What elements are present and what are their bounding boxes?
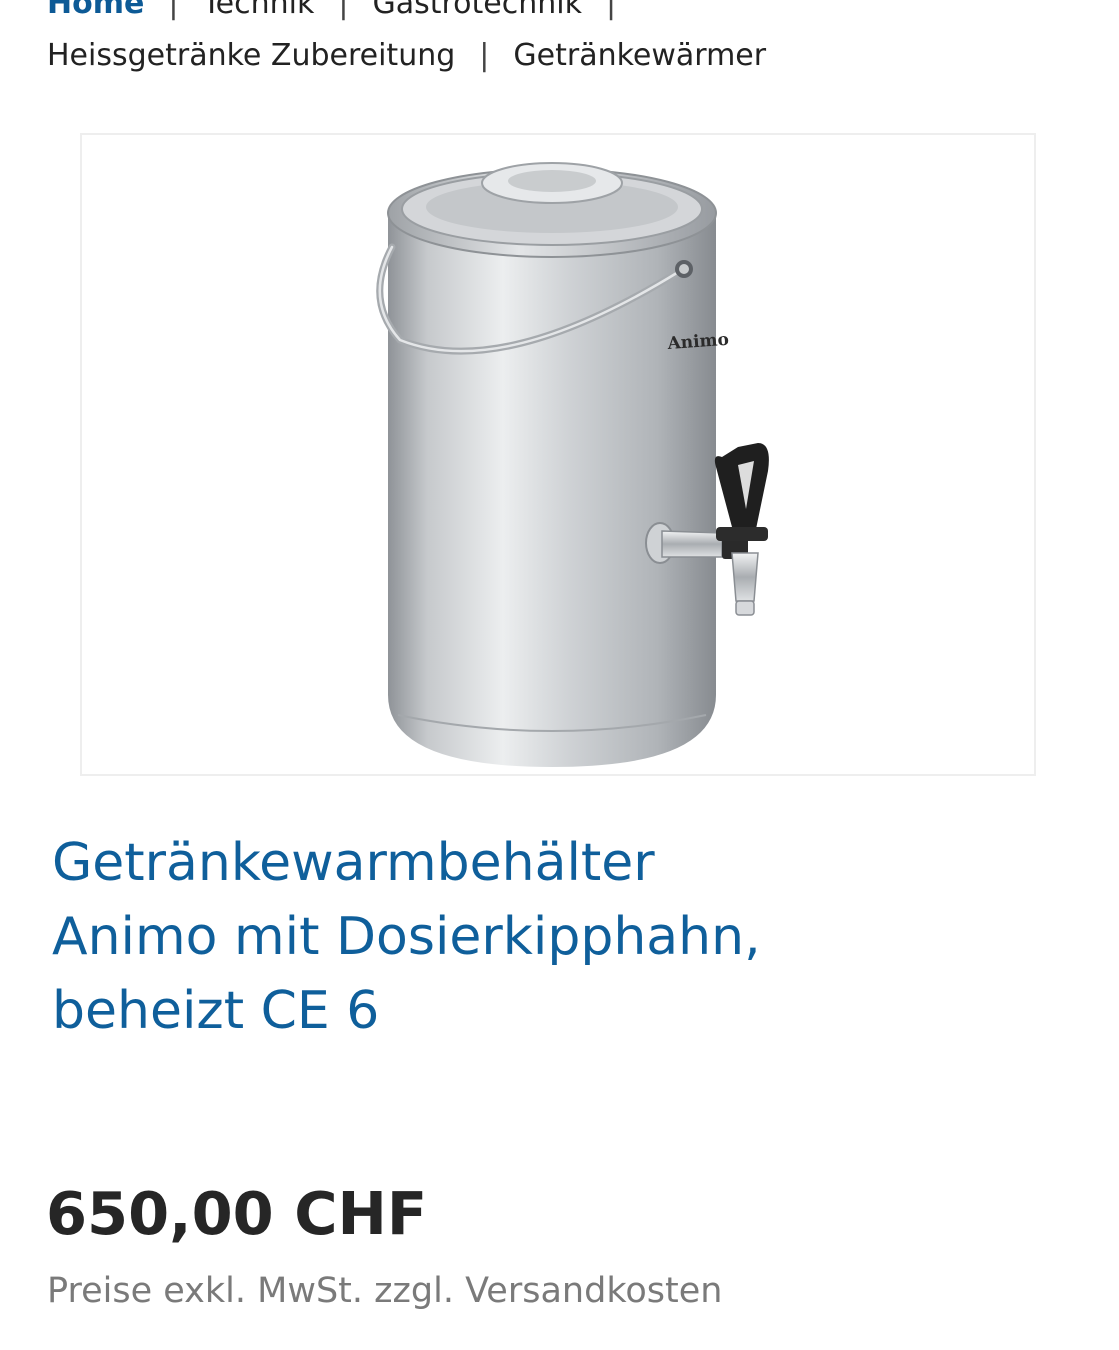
breadcrumb: Home | Technik | Gastrotechnik | Heissge…: [47, 0, 1087, 82]
product-title: Getränkewarmbehälter Animo mit Dosierkip…: [52, 833, 761, 1041]
breadcrumb-link-home[interactable]: Home: [47, 0, 144, 30]
product-price: 650,00 CHF: [46, 1179, 428, 1248]
product-image[interactable]: Animo: [80, 133, 1036, 776]
breadcrumb-link-heissgetraenke[interactable]: Heissgetränke Zubereitung: [47, 30, 455, 82]
breadcrumb-row-1: Home | Technik | Gastrotechnik |: [47, 0, 1087, 30]
brand-label: Animo: [666, 330, 730, 354]
breadcrumb-link-gastrotechnik[interactable]: Gastrotechnik: [372, 0, 582, 30]
breadcrumb-separator: |: [605, 0, 617, 21]
beverage-dispenser-image: Animo: [376, 162, 769, 767]
breadcrumb-link-technik[interactable]: Technik: [202, 0, 314, 30]
tax-note: Preise exkl. MwSt. zzgl. Versandkosten: [47, 1271, 723, 1311]
breadcrumb-separator: |: [338, 0, 349, 21]
breadcrumb-row-2: Heissgetränke Zubereitung | Getränkewärm…: [47, 30, 1087, 82]
breadcrumb-separator: |: [479, 38, 490, 73]
breadcrumb-link-getraenkewaermer[interactable]: Getränkewärmer: [513, 30, 766, 82]
breadcrumb-separator: |: [168, 0, 179, 21]
